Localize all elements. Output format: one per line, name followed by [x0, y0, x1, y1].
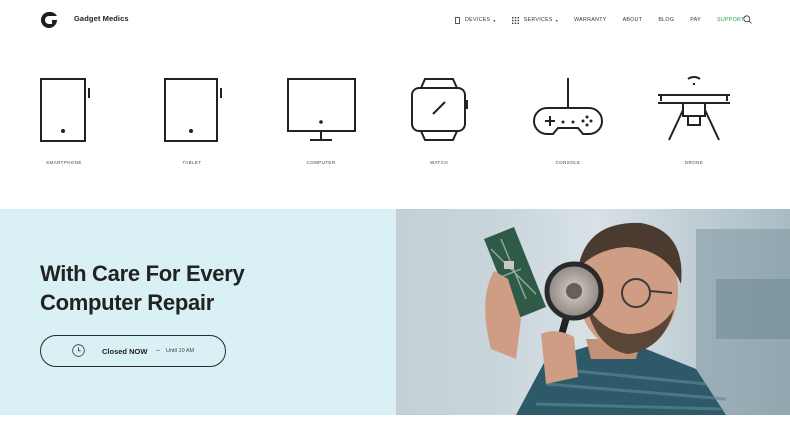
hours-status: Closed NOW	[102, 347, 148, 356]
device-label: WATCH	[430, 160, 448, 165]
hours-until: Until 10 AM	[166, 348, 195, 354]
device-computer[interactable]: COMPUTER	[266, 60, 376, 165]
hero-photo	[396, 209, 790, 415]
nav-services[interactable]: SERVICES ▾	[511, 16, 559, 24]
device-label: CONSOLE	[555, 160, 581, 165]
nav-pay[interactable]: PAY	[690, 17, 701, 23]
nav-warranty[interactable]: WARRANTY	[574, 17, 607, 23]
device-watch[interactable]: WATCH	[384, 60, 494, 165]
hero-title-line1: With Care For Every	[40, 261, 245, 286]
site-header: Gadget Medics DEVICES ▾ SERVICES ▾ WARRANT…	[0, 0, 790, 40]
device-label: SMARTPHONE	[46, 160, 82, 165]
device-tablet[interactable]: TABLET	[137, 60, 247, 165]
device-drone[interactable]: DRONE	[639, 60, 749, 165]
nav-blog[interactable]: BLOG	[658, 17, 674, 23]
device-label: TABLET	[182, 160, 202, 165]
chevron-down-icon: ▾	[493, 17, 496, 23]
chevron-down-icon: ▾	[555, 17, 559, 23]
technician-magnifier-photo	[396, 209, 790, 415]
nav-services-label: SERVICES	[523, 17, 553, 23]
hero-content: With Care For Every Computer Repair Clos…	[0, 209, 396, 415]
hero-title: With Care For Every Computer Repair	[40, 259, 380, 317]
gamepad-icon	[533, 78, 603, 135]
nav-about[interactable]: ABOUT	[623, 17, 643, 23]
computer-icon	[287, 78, 356, 141]
device-label: COMPUTER	[306, 160, 336, 165]
watch-icon	[411, 78, 468, 141]
search-icon[interactable]	[743, 15, 752, 24]
opening-hours-button[interactable]: Closed NOW – Until 10 AM	[40, 335, 226, 367]
smartphone-icon	[40, 78, 90, 142]
nav-support[interactable]: SUPPORT	[717, 17, 745, 23]
grid-icon	[511, 16, 519, 24]
device-console[interactable]: CONSOLE	[513, 60, 623, 165]
logo-icon[interactable]	[40, 11, 58, 29]
clock-icon	[72, 344, 85, 357]
device-smartphone[interactable]: SMARTPHONE	[9, 60, 119, 165]
nav-devices[interactable]: DEVICES ▾	[455, 16, 496, 24]
brand-name[interactable]: Gadget Medics	[74, 14, 129, 23]
phone-icon	[455, 16, 460, 24]
device-categories: SMARTPHONE TABLET COMPUTER WATCH CONSOLE…	[0, 60, 790, 180]
hero-title-line2: Computer Repair	[40, 290, 214, 315]
hours-separator: –	[156, 347, 160, 354]
drone-icon	[658, 76, 730, 141]
tablet-icon	[164, 78, 222, 142]
main-nav: DEVICES ▾ SERVICES ▾ WARRANTY ABOUT BLOG P…	[455, 15, 745, 25]
hero-banner: With Care For Every Computer Repair Clos…	[0, 209, 790, 415]
device-label: DRONE	[684, 160, 704, 165]
nav-devices-label: DEVICES	[465, 17, 491, 23]
